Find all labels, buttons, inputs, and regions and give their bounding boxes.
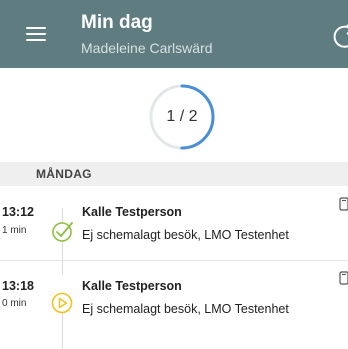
visit-description: Ej schemalagt besök, LMO Testenhet <box>82 302 289 316</box>
visit-row[interactable]: 13:12 1 min Kalle Testperson Ej schemala… <box>0 186 348 260</box>
visit-duration: 1 min <box>2 225 27 236</box>
day-header: MÅNDAG <box>0 162 348 186</box>
menu-icon[interactable] <box>26 27 46 41</box>
progress-summary: 1 / 2 <box>0 68 348 162</box>
timeline-line <box>62 261 63 275</box>
phone-icon[interactable] <box>339 197 348 211</box>
visit-person: Kalle Testperson <box>82 205 182 219</box>
day-label: MÅNDAG <box>36 167 92 181</box>
visit-time: 13:12 <box>2 205 34 219</box>
visit-duration: 0 min <box>2 298 27 309</box>
phone-icon[interactable] <box>339 271 348 285</box>
check-circle-icon <box>52 222 73 242</box>
user-name: Madeleine Carlswärd <box>81 40 213 56</box>
app-bar: Min dag Madeleine Carlswärd <box>0 0 348 68</box>
visit-row[interactable]: 13:18 0 min Kalle Testperson Ej schemala… <box>0 261 348 349</box>
visit-description: Ej schemalagt besök, LMO Testenhet <box>82 228 289 242</box>
refresh-icon[interactable] <box>330 22 348 52</box>
progress-count: 1 / 2 <box>166 108 198 125</box>
play-circle-icon <box>51 292 73 314</box>
timeline-line <box>62 309 63 349</box>
page-title: Min dag <box>81 12 153 33</box>
visit-person: Kalle Testperson <box>82 279 182 293</box>
visit-time: 13:18 <box>2 279 34 293</box>
